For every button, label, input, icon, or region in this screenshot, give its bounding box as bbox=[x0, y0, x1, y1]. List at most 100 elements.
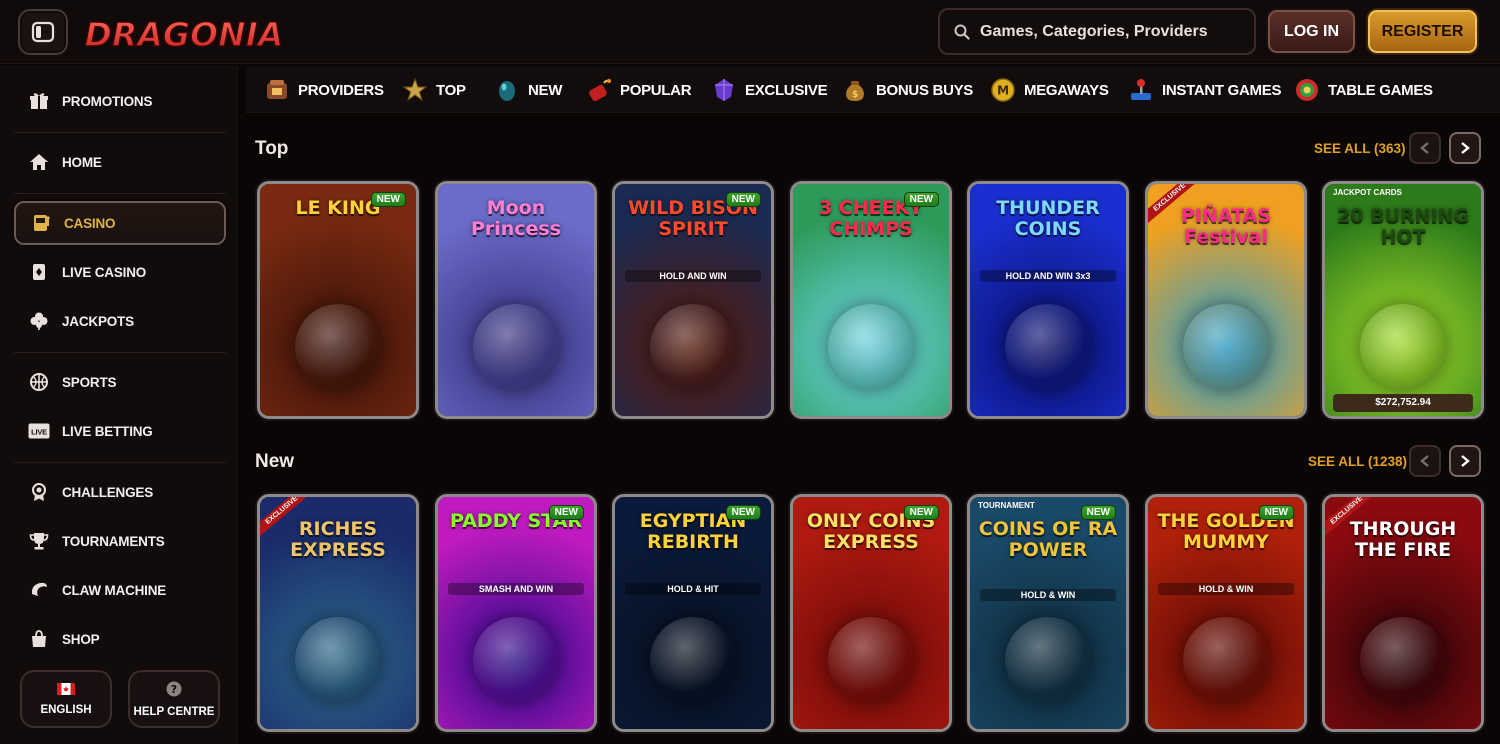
carousel-prev-button[interactable] bbox=[1409, 132, 1441, 164]
svg-text:$: $ bbox=[852, 90, 858, 100]
game-card[interactable]: WILD BISON SPIRIT HOLD AND WIN NEW bbox=[612, 181, 774, 419]
sidebar-item-label: SPORTS bbox=[62, 374, 117, 390]
game-card[interactable]: THE GOLDEN MUMMY HOLD & WIN NEW bbox=[1145, 494, 1307, 732]
see-all-top-link[interactable]: SEE ALL (363) bbox=[1314, 141, 1406, 156]
help-label: HELP CENTRE bbox=[133, 705, 215, 718]
game-subtitle: HOLD AND WIN 3x3 bbox=[980, 270, 1116, 282]
chevron-right-icon bbox=[1461, 455, 1470, 467]
sidebar-item-label: HOME bbox=[62, 154, 102, 170]
category-table-games[interactable]: TABLE GAMES bbox=[1294, 75, 1433, 105]
poker-chip-icon bbox=[1296, 79, 1318, 101]
category-label: PROVIDERS bbox=[298, 81, 384, 99]
see-all-new-link[interactable]: SEE ALL (1238) bbox=[1308, 454, 1407, 469]
game-title: 20 BURNING HOT bbox=[1336, 205, 1470, 248]
category-megaways[interactable]: M MEGAWAYS bbox=[990, 75, 1109, 105]
game-subtitle: HOLD & WIN bbox=[980, 589, 1116, 601]
game-card[interactable]: 3 CHEEKY CHIMPS NEW bbox=[790, 181, 952, 419]
language-selector[interactable]: ENGLISH bbox=[20, 670, 112, 728]
sidebar-divider bbox=[14, 132, 226, 133]
game-card[interactable]: LE KING NEW bbox=[257, 181, 419, 419]
sidebar-divider bbox=[14, 462, 226, 463]
sidebar-divider bbox=[14, 352, 226, 353]
game-card[interactable]: JACKPOT CARDS 20 BURNING HOT $272,752.94 bbox=[1322, 181, 1484, 419]
chevron-right-icon bbox=[1461, 142, 1470, 154]
game-card[interactable]: ONLY COINS EXPRESS NEW bbox=[790, 494, 952, 732]
new-badge: NEW bbox=[725, 192, 761, 207]
new-badge: NEW bbox=[1080, 505, 1116, 520]
sidebar-toggle-icon bbox=[31, 21, 55, 43]
game-card[interactable]: THUNDER COINS HOLD AND WIN 3x3 bbox=[967, 181, 1129, 419]
game-card[interactable]: PADDY STAR SMASH AND WIN NEW bbox=[435, 494, 597, 732]
category-instant-games[interactable]: INSTANT GAMES bbox=[1128, 75, 1281, 105]
svg-text:M: M bbox=[997, 84, 1009, 98]
new-badge: NEW bbox=[548, 505, 584, 520]
sidebar-item-jackpots[interactable]: JACKPOTS bbox=[14, 299, 226, 343]
game-artwork-emblem bbox=[1005, 304, 1091, 390]
game-artwork-emblem bbox=[1360, 617, 1446, 703]
chevron-left-icon bbox=[1420, 455, 1429, 467]
clover-icon bbox=[28, 310, 50, 332]
category-bonus-buys[interactable]: $ BONUS BUYS bbox=[842, 75, 973, 105]
category-nav: PROVIDERS TOP NEW POPULAR EXCLUSIVE $ BO… bbox=[246, 67, 1500, 113]
live-badge-icon: LIVE bbox=[28, 420, 50, 442]
register-button[interactable]: REGISTER bbox=[1368, 10, 1477, 53]
playing-card-icon bbox=[28, 261, 50, 283]
section-title-top: Top bbox=[255, 138, 289, 159]
egg-icon bbox=[499, 81, 515, 101]
category-label: EXCLUSIVE bbox=[745, 81, 828, 99]
gem-icon bbox=[715, 79, 733, 101]
game-artwork-emblem bbox=[650, 304, 736, 390]
search-box[interactable] bbox=[938, 8, 1256, 55]
search-input[interactable] bbox=[980, 22, 1250, 41]
gift-icon bbox=[28, 90, 50, 112]
game-artwork-emblem bbox=[295, 304, 381, 390]
sidebar-toggle-button[interactable] bbox=[18, 9, 68, 55]
sidebar-item-challenges[interactable]: CHALLENGES bbox=[14, 470, 226, 514]
game-artwork-emblem bbox=[473, 617, 559, 703]
game-subtitle: HOLD & WIN bbox=[1158, 583, 1294, 595]
sidebar-item-home[interactable]: HOME bbox=[14, 140, 226, 184]
chevron-left-icon bbox=[1420, 142, 1429, 154]
sidebar-item-promotions[interactable]: PROMOTIONS bbox=[14, 79, 226, 123]
sidebar-item-sports[interactable]: SPORTS bbox=[14, 360, 226, 404]
help-centre-button[interactable]: ? HELP CENTRE bbox=[128, 670, 220, 728]
game-card[interactable]: THROUGH THE FIRE EXCLUSIVE bbox=[1322, 494, 1484, 732]
carousel-next-button[interactable] bbox=[1449, 445, 1481, 477]
game-card[interactable]: RICHES EXPRESS EXCLUSIVE bbox=[257, 494, 419, 732]
sidebar-item-claw-machine[interactable]: CLAW MACHINE bbox=[14, 568, 226, 612]
category-providers[interactable]: PROVIDERS bbox=[264, 75, 384, 105]
sidebar-item-label: CLAW MACHINE bbox=[62, 582, 167, 598]
sidebar-item-tournaments[interactable]: TOURNAMENTS bbox=[14, 519, 226, 563]
category-top[interactable]: TOP bbox=[402, 75, 466, 105]
sidebar-item-casino[interactable]: CASINO bbox=[14, 201, 226, 245]
game-title: COINS OF RA POWER bbox=[978, 518, 1118, 561]
game-card[interactable]: TOURNAMENT COINS OF RA POWER HOLD & WIN NEW bbox=[967, 494, 1129, 732]
section-title-new: New bbox=[255, 451, 295, 472]
game-card[interactable]: EGYPTIAN REBIRTH HOLD & HIT NEW bbox=[612, 494, 774, 732]
game-card[interactable]: PIÑATAS Festival EXCLUSIVE bbox=[1145, 181, 1307, 419]
carousel-prev-button[interactable] bbox=[1409, 445, 1441, 477]
category-popular[interactable]: POPULAR bbox=[586, 75, 692, 105]
login-button[interactable]: LOG IN bbox=[1268, 10, 1355, 53]
game-subtitle: SMASH AND WIN bbox=[448, 583, 584, 595]
game-artwork-emblem bbox=[1183, 617, 1269, 703]
sidebar-item-label: LIVE BETTING bbox=[62, 423, 153, 439]
game-top-label: JACKPOT CARDS bbox=[1333, 188, 1402, 197]
sidebar-item-label: LIVE CASINO bbox=[62, 264, 147, 280]
game-card[interactable]: Moon Princess bbox=[435, 181, 597, 419]
carousel-next-button[interactable] bbox=[1449, 132, 1481, 164]
sidebar-item-label: PROMOTIONS bbox=[62, 93, 153, 109]
category-new[interactable]: NEW bbox=[494, 75, 562, 105]
game-title: PIÑATAS Festival bbox=[1181, 205, 1271, 248]
sidebar-item-live-betting[interactable]: LIVE LIVE BETTING bbox=[14, 409, 226, 453]
sidebar-item-label: JACKPOTS bbox=[62, 313, 134, 329]
slot-machine-icon bbox=[30, 212, 52, 234]
brand-logo[interactable]: DRAGONIA bbox=[84, 10, 284, 56]
sidebar-item-shop[interactable]: SHOP bbox=[14, 617, 226, 661]
home-icon bbox=[28, 151, 50, 173]
category-exclusive[interactable]: EXCLUSIVE bbox=[711, 75, 828, 105]
game-artwork-emblem bbox=[1360, 304, 1446, 390]
sidebar-item-live-casino[interactable]: LIVE CASINO bbox=[14, 250, 226, 294]
category-label: MEGAWAYS bbox=[1024, 81, 1109, 99]
language-label: ENGLISH bbox=[40, 703, 92, 716]
